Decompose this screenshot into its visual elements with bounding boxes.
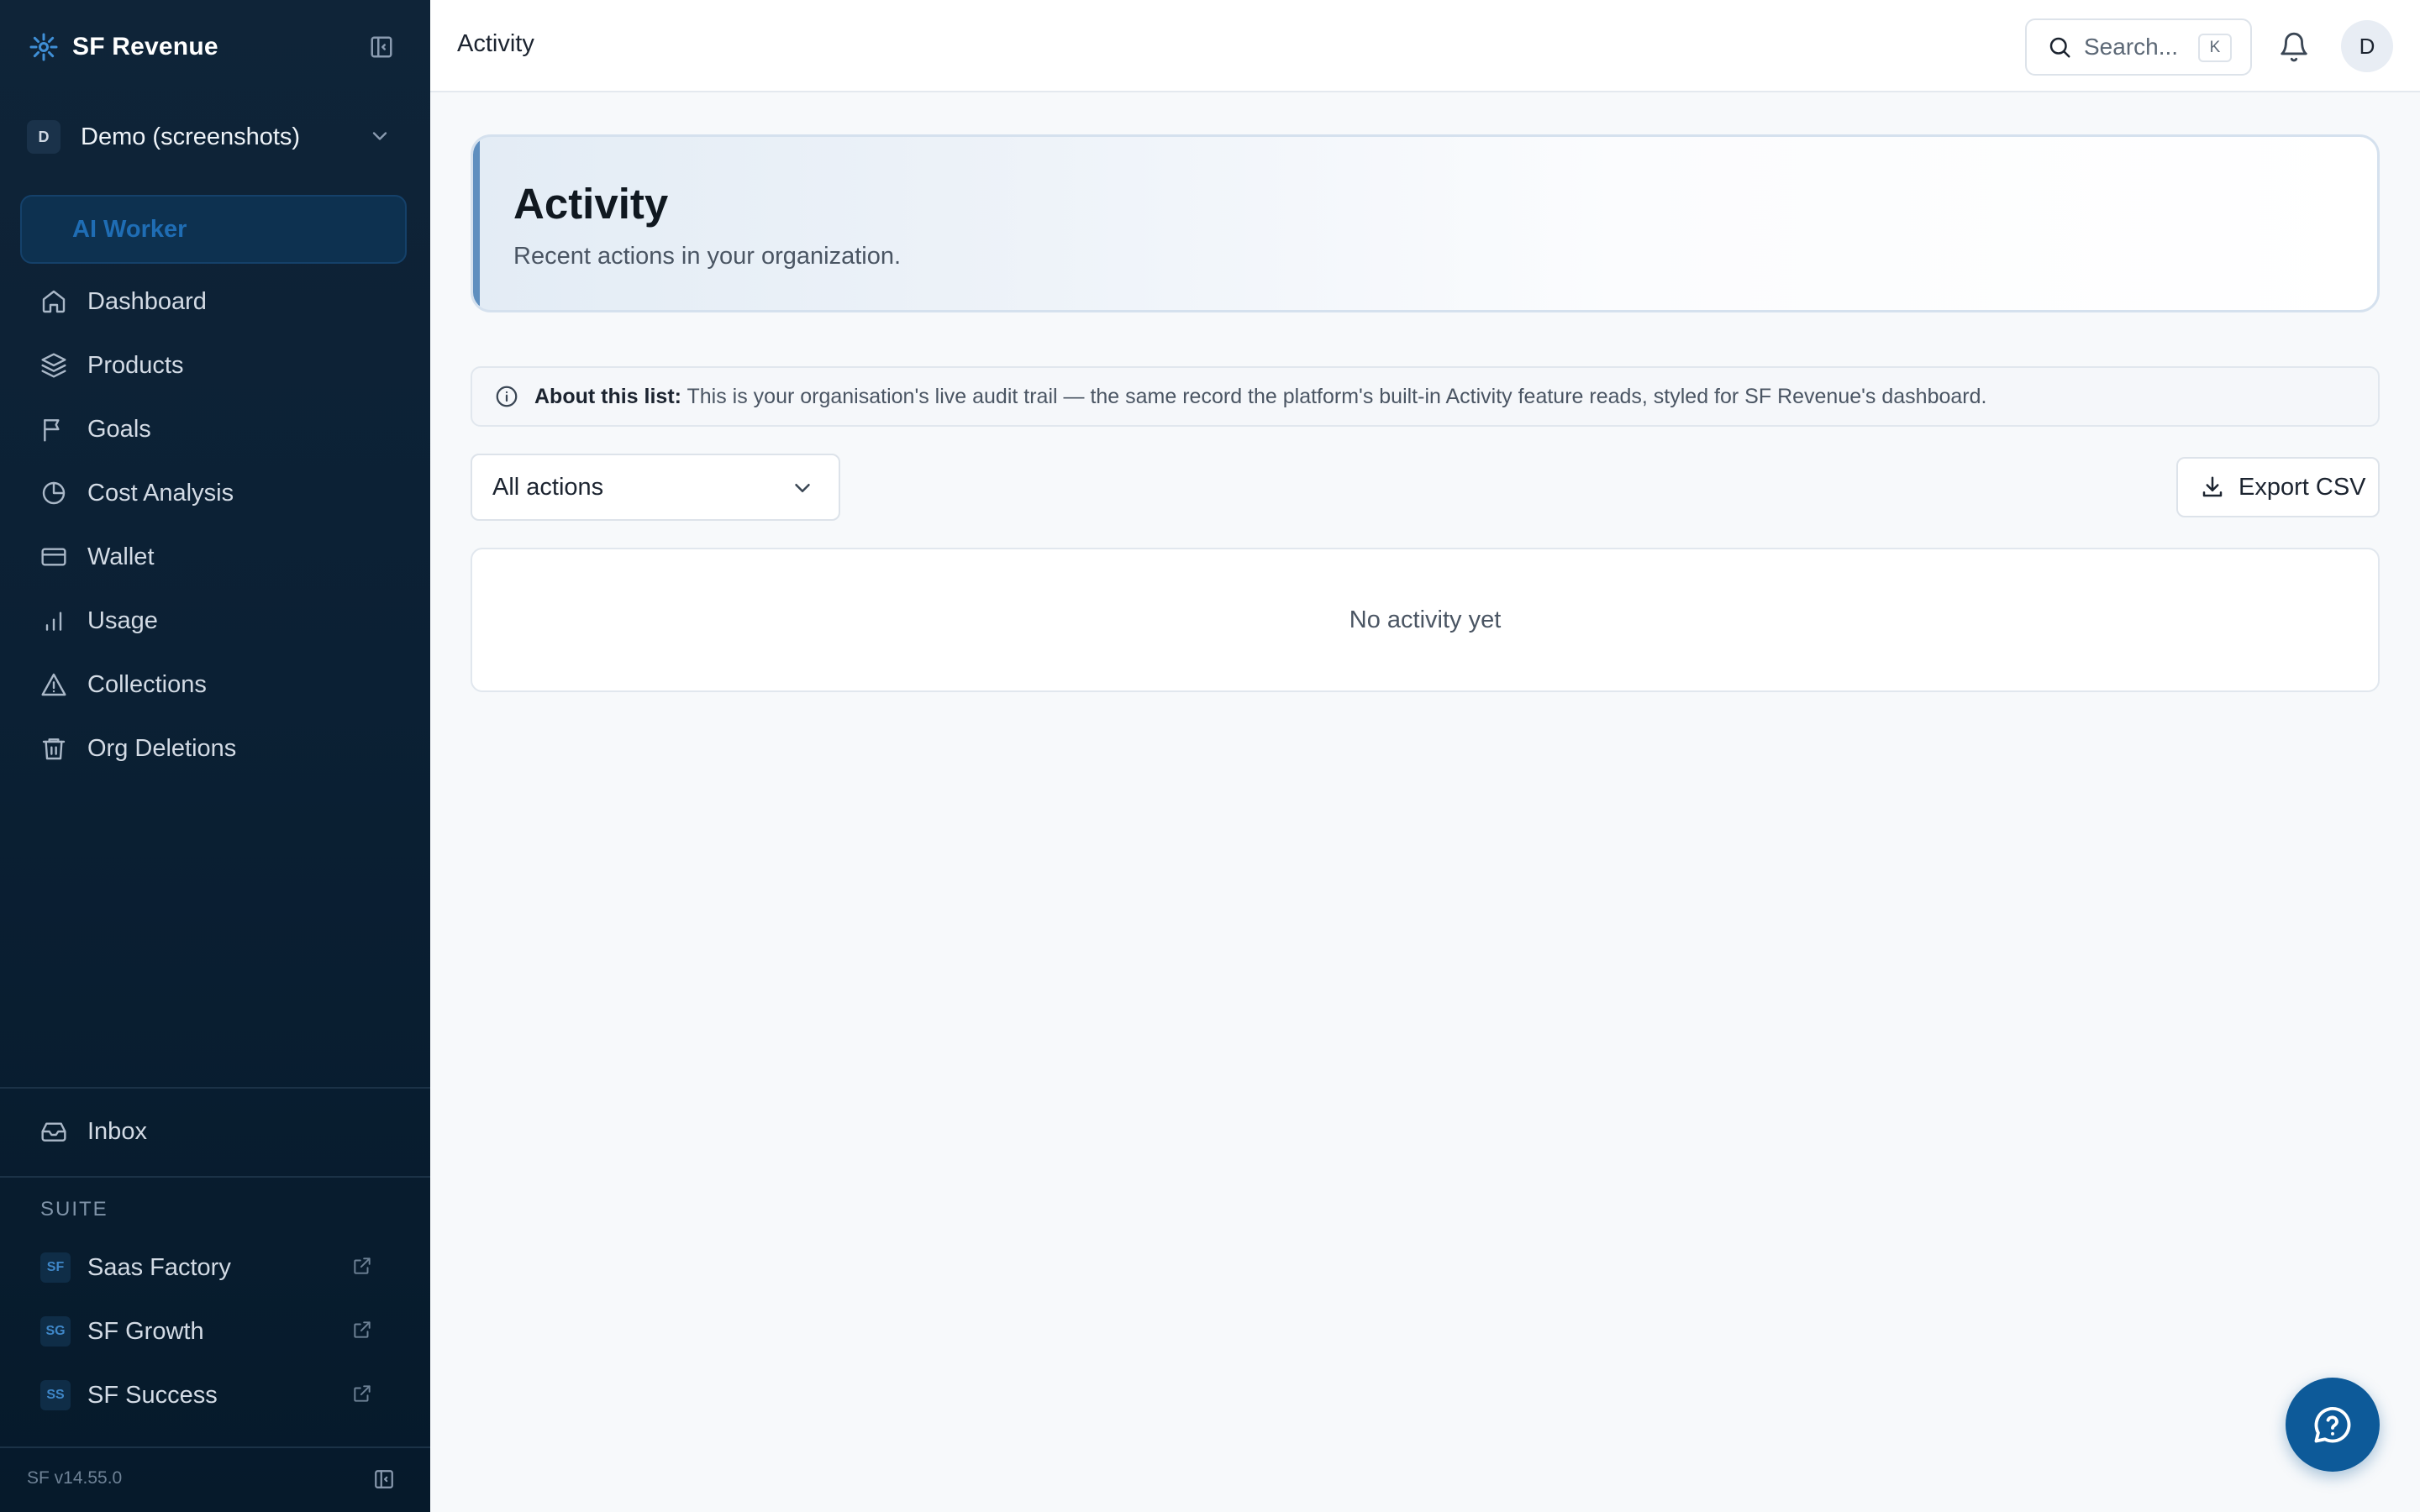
inbox-icon [37, 1115, 71, 1148]
sidebar-item-label: Goals [87, 415, 151, 443]
external-link-icon [351, 1255, 373, 1281]
credit-card-icon [37, 540, 71, 574]
search-placeholder: Search... [2084, 34, 2179, 60]
trash-icon [37, 732, 71, 765]
export-csv-label: Export CSV [2238, 473, 2366, 501]
page-header-card: Activity Recent actions in your organiza… [471, 134, 2380, 312]
flag-icon [37, 412, 71, 446]
sidebar-item-label: Dashboard [87, 287, 207, 315]
suite-item-label: Saas Factory [87, 1253, 231, 1281]
sidebar-item-inbox[interactable]: Inbox [20, 1104, 407, 1159]
org-switcher[interactable]: D Demo (screenshots) [20, 111, 407, 163]
suite-badge: SG [40, 1316, 71, 1347]
page-title: Activity [513, 180, 669, 228]
sidebar-divider [0, 1446, 430, 1448]
org-avatar: D [27, 120, 60, 154]
chevron-down-icon [368, 124, 392, 152]
search-icon [2045, 33, 2074, 61]
pie-chart-icon [37, 476, 71, 510]
user-avatar[interactable]: D [2341, 20, 2393, 72]
external-link-icon [351, 1383, 373, 1409]
sidebar-divider [0, 1087, 430, 1089]
action-filter-select[interactable]: All actions [471, 454, 840, 521]
info-notice: About this list: This is your organisati… [471, 366, 2380, 427]
help-chat-button[interactable] [2286, 1378, 2380, 1472]
info-notice-label: About this list: [534, 384, 681, 408]
info-notice-text: About this list: This is your organisati… [534, 385, 1986, 409]
export-csv-button[interactable]: Export CSV [2176, 457, 2380, 517]
sidebar-item-label: Inbox [87, 1117, 147, 1145]
help-chat-icon [2314, 1407, 2351, 1443]
suite-section-label: SUITE [40, 1198, 108, 1221]
alert-triangle-icon [37, 668, 71, 701]
search-shortcut-badge: K [2198, 34, 2232, 62]
notifications-button[interactable] [2275, 29, 2312, 66]
layers-icon [37, 349, 71, 382]
brand[interactable]: SF Revenue [27, 29, 218, 66]
sidebar-item-goals[interactable]: Goals [20, 402, 407, 457]
sidebar-item-label: Products [87, 351, 184, 379]
home-icon [37, 285, 71, 318]
suite-badge: SS [40, 1380, 71, 1410]
sidebar-item-dashboard[interactable]: Dashboard [20, 274, 407, 329]
panel-left-icon [371, 36, 392, 58]
brand-name: SF Revenue [72, 33, 218, 60]
ai-worker-button[interactable]: AI Worker [20, 195, 407, 264]
sidebar-item-wallet[interactable]: Wallet [20, 529, 407, 585]
suite-item-saas-factory[interactable]: SF Saas Factory [20, 1240, 407, 1295]
suite-badge: SF [40, 1252, 71, 1283]
sidebar-item-collections[interactable]: Collections [20, 657, 407, 712]
sidebar-item-label: Collections [87, 670, 207, 698]
sidebar-divider [0, 1176, 430, 1178]
panel-left-icon [375, 1470, 393, 1488]
suite-item-label: SF Success [87, 1381, 218, 1409]
info-icon [492, 382, 521, 411]
page-subtitle: Recent actions in your organization. [513, 243, 902, 270]
search-input[interactable]: Search... K [2025, 18, 2252, 76]
sidebar-item-label: Cost Analysis [87, 479, 234, 507]
page-breadcrumb: Activity [457, 30, 534, 57]
external-link-icon [351, 1319, 373, 1345]
sidebar-item-label: Org Deletions [87, 734, 237, 762]
sidebar: SF Revenue D Demo (screenshots) AI Worke… [0, 0, 430, 1512]
download-icon [2198, 473, 2227, 501]
app-version: SF v14.55.0 [27, 1468, 123, 1488]
bar-chart-icon [37, 604, 71, 638]
info-notice-body: This is your organisation's live audit t… [687, 384, 1987, 408]
org-name: Demo (screenshots) [81, 123, 301, 150]
sidebar-item-label: Usage [87, 606, 158, 634]
ai-worker-label: AI Worker [72, 215, 187, 243]
brand-logo-icon [27, 30, 60, 64]
sidebar-item-label: Wallet [87, 543, 155, 570]
collapse-sidebar-bottom-button[interactable] [370, 1465, 398, 1494]
suite-item-label: SF Growth [87, 1317, 204, 1345]
suite-item-sf-success[interactable]: SS SF Success [20, 1368, 407, 1423]
sidebar-item-cost-analysis[interactable]: Cost Analysis [20, 465, 407, 521]
action-filter-value: All actions [492, 473, 604, 501]
sidebar-item-products[interactable]: Products [20, 338, 407, 393]
collapse-sidebar-button[interactable] [365, 32, 398, 62]
sidebar-item-usage[interactable]: Usage [20, 593, 407, 648]
suite-item-sf-growth[interactable]: SG SF Growth [20, 1304, 407, 1359]
chevron-down-icon [790, 475, 815, 505]
empty-state-text: No activity yet [1349, 606, 1502, 633]
sidebar-item-org-deletions[interactable]: Org Deletions [20, 721, 407, 776]
bell-icon [2281, 32, 2307, 62]
activity-list-empty: No activity yet [471, 548, 2380, 692]
topbar: Activity Search... K D [430, 0, 2420, 92]
